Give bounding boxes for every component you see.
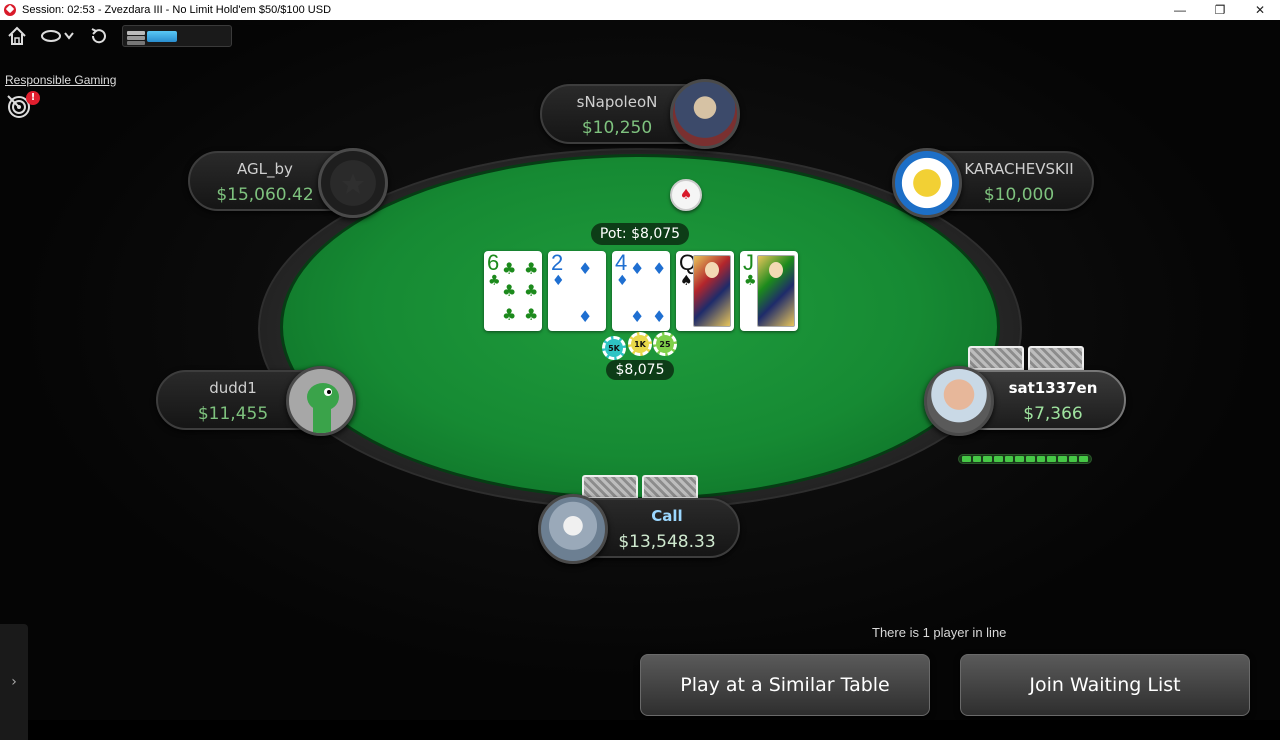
window-titlebar: Session: 02:53 - Zvezdara III - No Limit…	[0, 0, 1280, 20]
card-pips: ♦ ♦	[578, 259, 593, 326]
player-name: sat1337en	[1008, 379, 1098, 397]
avatar-sat1337en[interactable]	[924, 366, 994, 436]
card-pips: ♦ ♦ ♦ ♦	[630, 259, 667, 326]
card-suit: ♣	[744, 273, 757, 289]
restore-button[interactable]: ❐	[1200, 0, 1240, 20]
board-card-1: 6 ♣ ♣ ♣ ♣ ♣ ♣ ♣	[484, 251, 542, 331]
player-stack: $11,455	[197, 404, 269, 424]
chip-stack-icon	[127, 31, 145, 45]
app-logo-icon	[4, 4, 16, 16]
bet-chips: 5K 1K 25	[600, 332, 680, 360]
avatar-hero[interactable]	[538, 494, 608, 564]
player-name: AGL_by	[237, 160, 293, 178]
window-title: Session: 02:53 - Zvezdara III - No Limit…	[22, 4, 332, 16]
minimize-button[interactable]: —	[1160, 0, 1200, 20]
poker-table-stage: Responsible Gaming ! ♠ ♠ Pot: $8,075 6 ♣…	[0, 20, 1280, 740]
dinosaur-avatar-icon	[307, 383, 339, 433]
responsible-gaming-link[interactable]: Responsible Gaming	[5, 73, 116, 87]
close-button[interactable]: ✕	[1240, 0, 1280, 20]
hole-card-back	[642, 475, 698, 499]
chip-1k: 1K	[628, 332, 652, 356]
bet-amount: $8,075	[606, 360, 674, 380]
hole-card-back	[582, 475, 638, 499]
board-card-4: Q ♠	[676, 251, 734, 331]
card-suit: ♠	[680, 273, 693, 289]
hole-card-back	[968, 346, 1024, 370]
avatar-snapoleon[interactable]	[670, 79, 740, 149]
side-panel-toggle[interactable]: ›	[0, 624, 28, 740]
player-name: KARACHEVSKII	[964, 160, 1074, 178]
chip-5k: 5K	[602, 336, 626, 360]
waiting-list-count: There is 1 player in line	[872, 625, 1007, 640]
home-icon[interactable]	[4, 24, 30, 48]
rebuy-icon[interactable]	[86, 24, 112, 48]
card-rank: 4	[615, 251, 628, 275]
avatar-agl-by[interactable]	[318, 148, 388, 218]
card-pips: ♣ ♣ ♣ ♣ ♣ ♣	[502, 259, 539, 324]
card-suit: ♣	[488, 273, 501, 289]
lobby-icon[interactable]	[40, 24, 76, 48]
card-suit: ♦	[616, 273, 629, 289]
pot-total: Pot: $8,075	[591, 223, 689, 245]
card-rank: J	[743, 251, 754, 275]
table-toolbar	[4, 24, 232, 48]
default-avatar-star-icon	[342, 173, 364, 194]
board-card-3: 4 ♦ ♦ ♦ ♦ ♦	[612, 251, 670, 331]
avatar-karachevskii[interactable]	[892, 148, 962, 218]
action-timer-bar	[958, 454, 1092, 464]
play-similar-table-button[interactable]: Play at a Similar Table	[640, 654, 930, 716]
chip-25: 25	[653, 332, 677, 356]
player-stack: $13,548.33	[618, 532, 716, 552]
chip-stack-progress[interactable]	[122, 25, 232, 47]
card-suit: ♦	[552, 273, 565, 289]
card-rank: 6	[487, 251, 500, 275]
avatar-dudd1[interactable]	[286, 366, 356, 436]
hole-card-back	[1028, 346, 1084, 370]
window-controls: — ❐ ✕	[1160, 0, 1280, 20]
player-stack: $10,250	[581, 118, 653, 138]
queen-figure-icon	[693, 255, 731, 327]
player-stack: $7,366	[1023, 404, 1083, 424]
progress-fill	[147, 31, 177, 42]
notification-badge: !	[26, 91, 40, 105]
board-card-2: 2 ♦ ♦ ♦	[548, 251, 606, 331]
jack-figure-icon	[757, 255, 795, 327]
card-rank: 2	[551, 251, 564, 275]
player-stack: $10,000	[983, 185, 1055, 205]
dealer-button: ♠	[670, 179, 702, 211]
board-card-5: J ♣	[740, 251, 798, 331]
join-waiting-list-button[interactable]: Join Waiting List	[960, 654, 1250, 716]
player-action-label: Call	[651, 507, 683, 525]
